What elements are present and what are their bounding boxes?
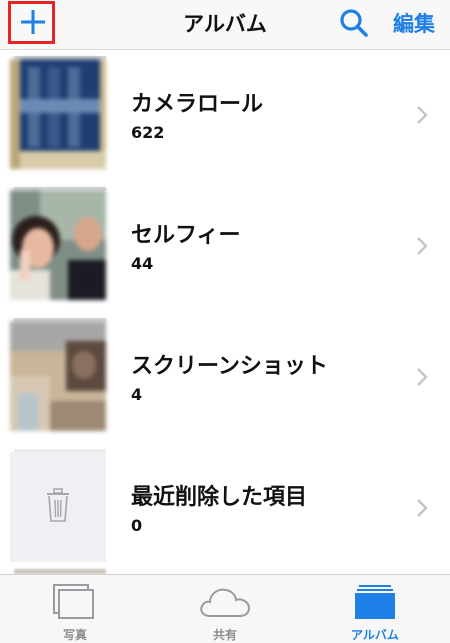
trash-icon <box>47 488 69 522</box>
camera-roll-photo <box>10 59 106 169</box>
search-icon <box>340 9 368 37</box>
cloud-icon <box>200 588 251 617</box>
album-count: 4 <box>131 385 143 404</box>
album-row-selfies[interactable]: セルフィー 44 <box>0 182 450 313</box>
chevron-right-icon <box>417 237 428 255</box>
albums-icon <box>355 585 395 619</box>
tab-photos[interactable]: 写真 <box>0 575 150 643</box>
recently-deleted-placeholder <box>10 452 106 562</box>
chevron-right-icon <box>417 368 428 386</box>
album-name: セルフィー <box>131 223 241 248</box>
tab-label: アルバム <box>351 628 399 642</box>
tab-label: 写真 <box>62 628 87 642</box>
album-count: 622 <box>131 123 165 142</box>
edit-button[interactable]: 編集 <box>393 8 435 38</box>
screenshot-photo <box>10 321 106 431</box>
chevron-right-icon <box>417 106 428 124</box>
selfie-photo <box>10 190 106 300</box>
album-thumbnail <box>10 187 106 300</box>
tab-bar: 写真 共有 アルバム <box>0 574 450 643</box>
album-name: 最近削除した項目 <box>131 485 308 510</box>
album-name: スクリーンショット <box>131 354 328 379</box>
photos-icon <box>53 584 94 619</box>
album-name: カメラロール <box>131 92 264 117</box>
tab-albums[interactable]: アルバム <box>300 575 450 643</box>
tab-shared[interactable]: 共有 <box>150 575 300 643</box>
search-button[interactable] <box>337 6 371 40</box>
page-title: アルバム <box>183 12 267 36</box>
album-count: 44 <box>131 254 154 273</box>
album-thumbnail <box>10 449 106 562</box>
album-thumbnail <box>10 56 106 169</box>
navigation-bar: アルバム 編集 <box>0 0 450 50</box>
album-count: 0 <box>131 516 143 535</box>
tab-label: 共有 <box>212 628 237 642</box>
album-row-camera-roll[interactable]: カメラロール 622 <box>0 51 450 182</box>
album-list: カメラロール 622 セルフィー 44 スクリーンショット 4 最近削除した項目… <box>0 51 450 574</box>
album-row-recently-deleted[interactable]: 最近削除した項目 0 <box>0 444 450 574</box>
album-row-screenshots[interactable]: スクリーンショット 4 <box>0 313 450 444</box>
chevron-right-icon <box>417 499 428 517</box>
album-thumbnail <box>10 318 106 431</box>
